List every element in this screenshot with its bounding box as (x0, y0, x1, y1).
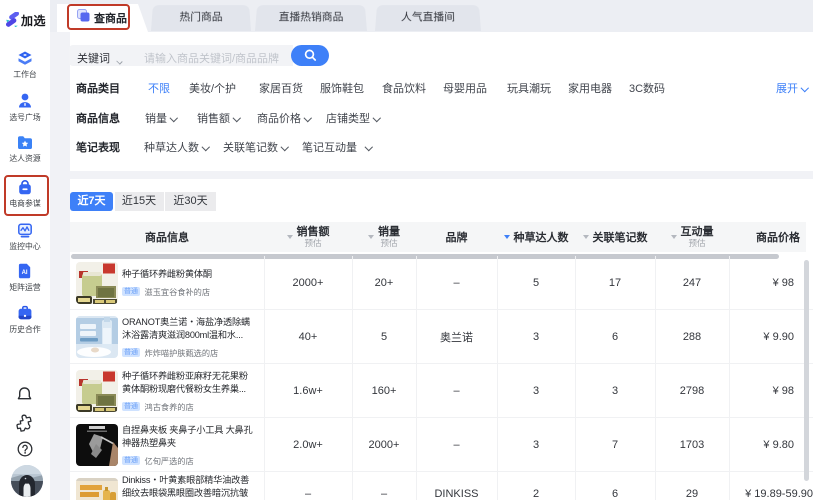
svg-text:AI: AI (22, 270, 28, 276)
